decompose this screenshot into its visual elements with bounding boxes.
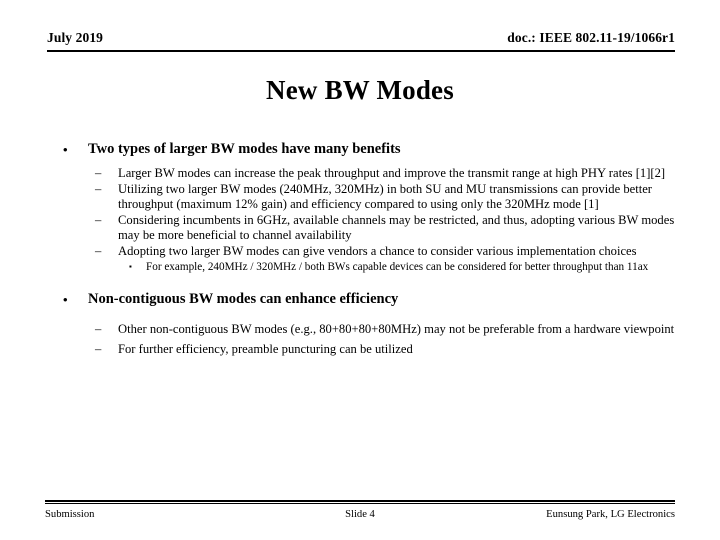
footer-divider-top: [45, 500, 675, 502]
slide-header: July 2019 doc.: IEEE 802.11-19/1066r1: [47, 30, 675, 52]
page-title: New BW Modes: [266, 75, 454, 105]
header-date: July 2019: [47, 30, 104, 45]
section2-heading-text: Non-contiguous BW modes can enhance effi…: [88, 290, 399, 307]
bullet-level3-item: ▪ For example, 240MHz / 320MHz / both BW…: [0, 260, 720, 274]
bullet-level3-text: For example, 240MHz / 320MHz / both BWs …: [146, 260, 649, 273]
bullet-level2-item: – Larger BW modes can increase the peak …: [0, 166, 720, 182]
bullet-dash-icon: –: [95, 181, 102, 196]
bullet-dot-icon: •: [63, 142, 68, 157]
bullet-level2-text: Other non-contiguous BW modes (e.g., 80+…: [118, 321, 675, 336]
bullet-level2-item: – Considering incumbents in 6GHz, availa…: [0, 213, 720, 244]
footer-divider-bottom: [45, 503, 675, 504]
bullet-level2-text: For further efficiency, preamble punctur…: [118, 342, 413, 357]
slide-body: • Two types of larger BW modes have many…: [0, 140, 720, 358]
bullet-level2-text: Considering incumbents in 6GHz, availabl…: [118, 212, 675, 243]
bullet-level2-item: – Utilizing two larger BW modes (240MHz,…: [0, 182, 720, 213]
footer-author: Eunsung Park, LG Electronics: [546, 509, 675, 520]
bullet-level1-section2: • Non-contiguous BW modes can enhance ef…: [0, 290, 720, 309]
bullet-level2-item: – Other non-contiguous BW modes (e.g., 8…: [0, 322, 720, 338]
header-divider: [47, 50, 675, 52]
bullet-dash-icon: –: [95, 212, 102, 227]
bullet-dash-icon: –: [95, 166, 102, 180]
bullet-level2-text: Utilizing two larger BW modes (240MHz, 3…: [118, 181, 652, 212]
bullet-level2-item: – For further efficiency, preamble punct…: [0, 342, 720, 358]
bullet-dash-icon: –: [95, 321, 102, 336]
header-document-number: doc.: IEEE 802.11-19/1066r1: [507, 30, 675, 45]
bullet-level2-text: Adopting two larger BW modes can give ve…: [118, 243, 637, 258]
bullet-level2-item: – Adopting two larger BW modes can give …: [0, 244, 720, 260]
bullet-level1-section1: • Two types of larger BW modes have many…: [0, 140, 720, 159]
bullet-level2-text: Larger BW modes can increase the peak th…: [118, 166, 666, 180]
footer-row: Submission Slide 4 Eunsung Park, LG Elec…: [45, 507, 675, 523]
bullet-dash-icon: –: [95, 342, 102, 357]
bullet-square-icon: ▪: [129, 261, 132, 271]
section1-heading-text: Two types of larger BW modes have many b…: [88, 141, 401, 157]
slide: July 2019 doc.: IEEE 802.11-19/1066r1 Ne…: [0, 0, 720, 540]
slide-footer: Submission Slide 4 Eunsung Park, LG Elec…: [45, 500, 675, 523]
bullet-dot-icon: •: [63, 291, 68, 307]
header-row: July 2019 doc.: IEEE 802.11-19/1066r1: [47, 30, 675, 46]
bullet-dash-icon: –: [95, 243, 102, 258]
